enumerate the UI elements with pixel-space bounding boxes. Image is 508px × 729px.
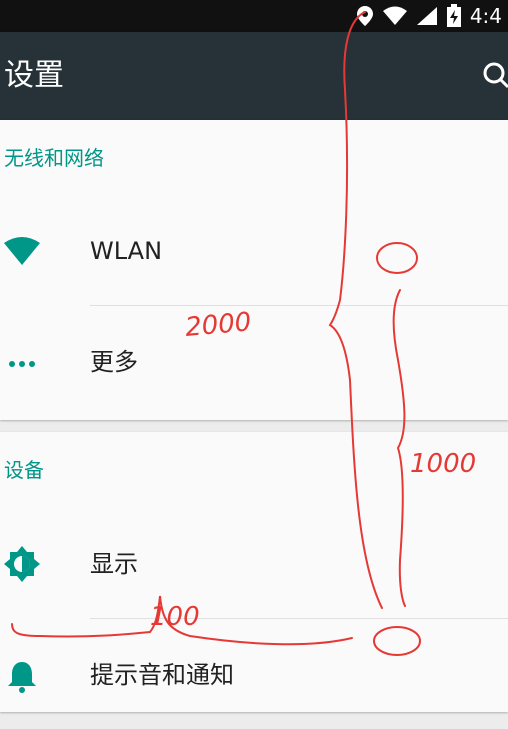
settings-item-wlan[interactable]: WLAN <box>0 195 508 305</box>
settings-item-label: 提示音和通知 <box>90 661 234 689</box>
bell-icon <box>8 662 36 693</box>
status-time: 4:4 <box>469 4 502 28</box>
settings-item-more[interactable]: 更多 <box>0 306 508 416</box>
settings-item-label: 显示 <box>90 550 138 578</box>
cell-signal-icon <box>416 7 437 25</box>
battery-charging-icon <box>446 4 461 27</box>
settings-item-display[interactable]: 显示 <box>0 508 508 618</box>
device-card: 设备 显示 提示音和通知 <box>0 432 508 712</box>
location-icon <box>356 6 373 26</box>
search-icon[interactable] <box>480 60 508 94</box>
more-horiz-icon <box>9 361 35 367</box>
settings-item-label: 更多 <box>90 348 138 376</box>
app-bar: 设置 <box>0 32 508 120</box>
status-bar: 4:4 <box>0 0 508 32</box>
wifi-signal-icon <box>382 6 407 25</box>
brightness-icon <box>4 546 40 582</box>
wifi-icon <box>4 237 40 265</box>
page-title: 设置 <box>4 58 64 93</box>
wireless-networks-card: 无线和网络 WLAN 更多 <box>0 120 508 420</box>
section-header-wireless: 无线和网络 <box>4 146 104 170</box>
section-header-device: 设备 <box>4 458 44 482</box>
settings-item-label: WLAN <box>90 237 163 265</box>
settings-item-sound-notification[interactable]: 提示音和通知 <box>0 619 508 729</box>
